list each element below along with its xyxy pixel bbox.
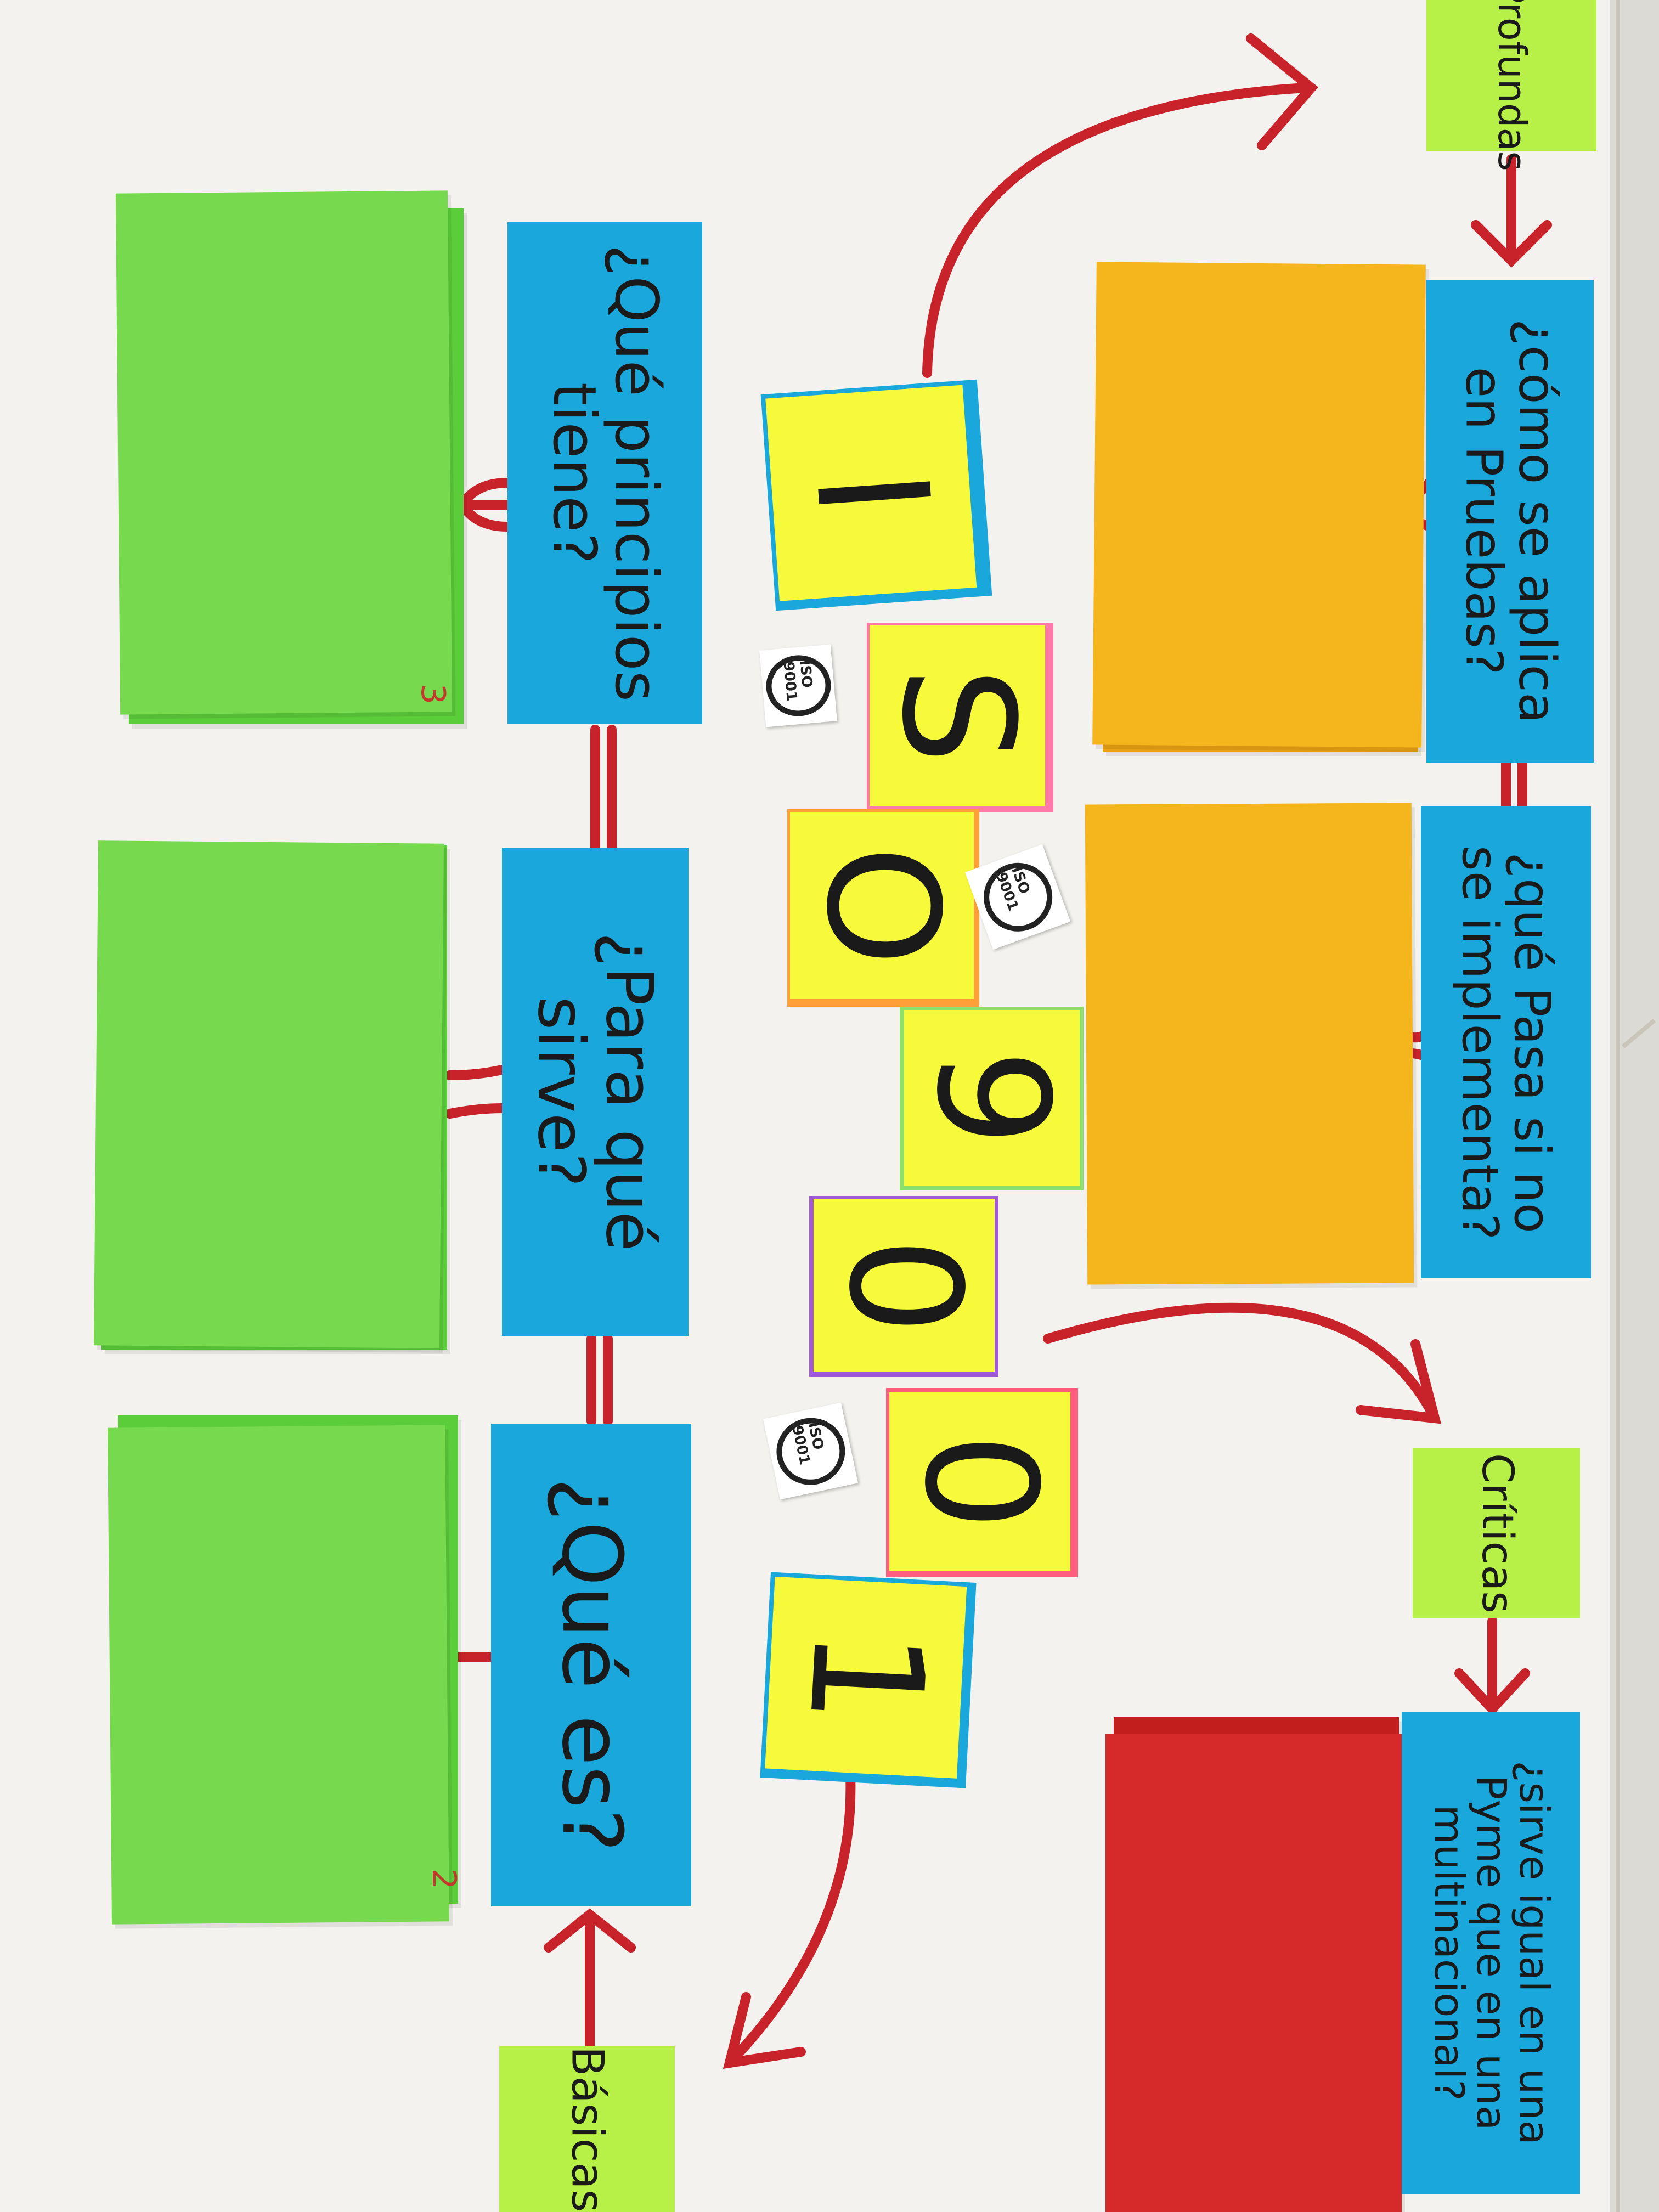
title-tile: 0 xyxy=(886,1388,1078,1577)
title-letter: O xyxy=(792,845,972,967)
title-tile: 0 xyxy=(809,1196,998,1377)
answer-sheet-que-pasa[interactable] xyxy=(1085,803,1414,1285)
question-card-que-es: ¿Qué es? xyxy=(491,1424,691,1906)
question-card-sirve-igual: ¿sirve igual en una Pyme que en una mult… xyxy=(1402,1712,1580,2194)
answer-sheet-sirve-igual[interactable] xyxy=(1105,1734,1402,2212)
category-criticas-text: Críticas xyxy=(1472,1453,1522,1613)
title-letter: S xyxy=(867,667,1047,764)
title-tile: S xyxy=(867,623,1053,812)
answer-sheet-para-que-sirve[interactable] xyxy=(93,840,444,1348)
iso-badge: ISO 9001 xyxy=(759,644,837,727)
title-letter: I xyxy=(780,464,962,522)
title-tile: 9 xyxy=(900,1007,1084,1190)
category-card-criticas: Críticas xyxy=(1413,1448,1580,1618)
question-card-como-se-aplica: ¿cómo se aplica en Pruebas? xyxy=(1426,280,1594,763)
category-card-basicas: Básicas xyxy=(499,2046,675,2212)
question-que-pasa-text: ¿qué Pasa si no se implementa? xyxy=(1452,845,1561,1240)
title-tile: I xyxy=(760,379,992,611)
question-para-que-sirve-text: ¿Para qué sirve? xyxy=(524,932,668,1251)
question-card-que-pasa: ¿qué Pasa si no se implementa? xyxy=(1421,806,1591,1278)
title-letter: 0 xyxy=(890,1432,1069,1531)
question-que-es-text: ¿Qué es? xyxy=(544,1477,640,1853)
title-tile: 1 xyxy=(760,1572,977,1788)
category-basicas-text: Básicas xyxy=(562,2046,613,2212)
floor-tile-edge xyxy=(1616,0,1620,2212)
iso-badge: ISO 9001 xyxy=(763,1402,859,1500)
question-como-se-aplica-text: ¿cómo se aplica en Pruebas? xyxy=(1454,319,1567,724)
title-letter: 9 xyxy=(902,1048,1081,1147)
question-card-principios: ¿Qué principios tiene? xyxy=(507,222,702,724)
question-sirve-igual-text: ¿sirve igual en una Pyme que en una mult… xyxy=(1425,1760,1558,2146)
answer-sheet-que-es[interactable] xyxy=(108,1425,449,1925)
answer-sheet-principios[interactable] xyxy=(115,190,453,715)
category-profundas-text: Profundas xyxy=(1489,0,1534,171)
answer-sheet-como-se-aplica[interactable] xyxy=(1092,262,1426,748)
title-tile: O xyxy=(787,809,979,1007)
title-letter: 0 xyxy=(815,1237,994,1335)
page-number-mark: 3 xyxy=(414,683,453,705)
floor-tile-edge xyxy=(1622,1019,1656,1048)
page-number-mark: 2 xyxy=(425,1868,464,1890)
question-principios-text: ¿Qué principios tiene? xyxy=(539,244,670,702)
category-card-profundas: Profundas xyxy=(1426,0,1596,171)
title-letter: 1 xyxy=(774,1624,958,1731)
question-card-para-que-sirve: ¿Para qué sirve? xyxy=(502,848,689,1336)
